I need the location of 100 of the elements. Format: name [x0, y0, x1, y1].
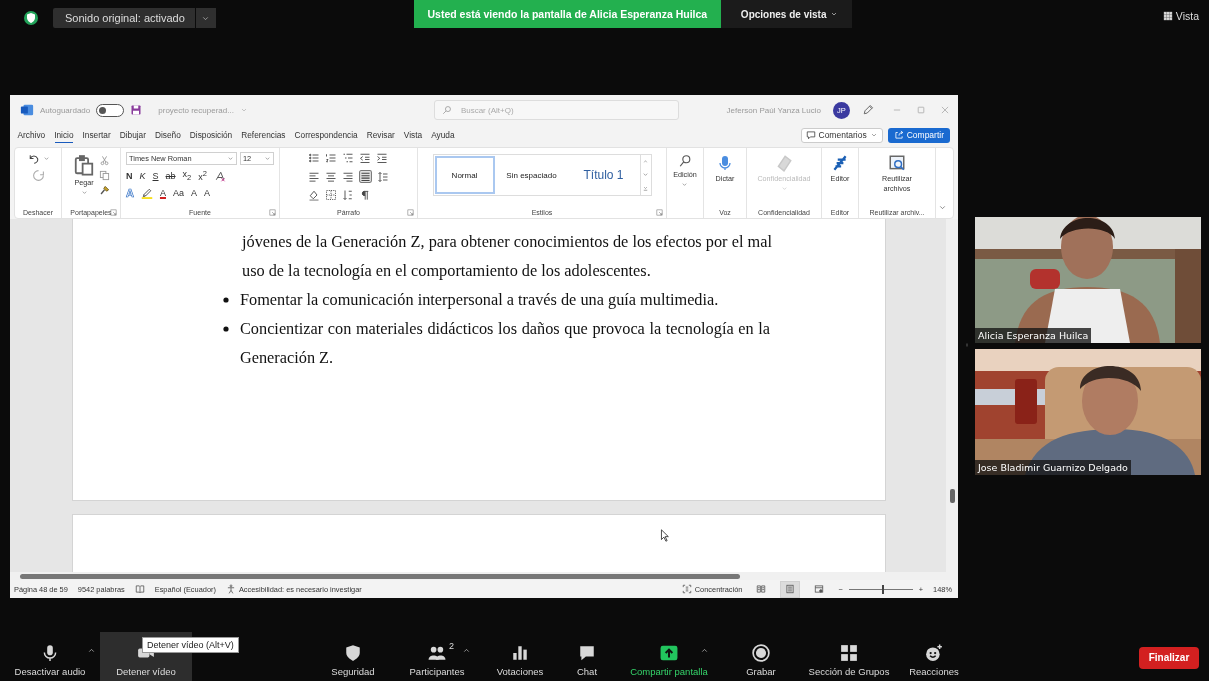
participant-name: Jose Bladimir Guarnizo Delgado — [975, 460, 1131, 475]
dialog-launcher-icon[interactable] — [656, 209, 663, 216]
view-mode-button[interactable] — [780, 580, 801, 598]
pen-icon[interactable] — [862, 104, 874, 116]
toolbar-button[interactable]: Votaciones — [483, 632, 557, 681]
chat-icon — [578, 644, 596, 662]
ribbon-tab[interactable]: Revisar — [362, 127, 400, 143]
format-button[interactable]: ab — [165, 171, 176, 181]
toolbar-button[interactable]: Compartir pantalla — [617, 632, 721, 681]
format-button[interactable]: A — [204, 188, 210, 198]
multilevel-list-icon[interactable] — [342, 152, 354, 164]
increase-indent-icon[interactable] — [376, 152, 388, 164]
search-icon — [678, 154, 692, 168]
caret-icon — [642, 171, 649, 179]
scissors-icon[interactable] — [99, 154, 110, 166]
numbering-icon[interactable] — [325, 152, 337, 164]
caret-icon[interactable] — [700, 646, 709, 655]
focus-icon — [681, 584, 692, 594]
ribbon-tab[interactable]: Correspondencia — [290, 127, 363, 143]
vertical-scrollbar[interactable] — [946, 219, 958, 572]
ribbon-tab[interactable]: Ayuda — [426, 127, 460, 143]
align-right-icon[interactable] — [342, 170, 354, 183]
copy-icon[interactable] — [99, 169, 110, 181]
line-spacing-icon[interactable] — [377, 170, 389, 183]
highlighter-icon[interactable] — [140, 187, 153, 199]
format-button[interactable]: N — [126, 171, 133, 181]
format-button[interactable]: K — [139, 171, 146, 181]
bullets-icon[interactable] — [308, 152, 320, 164]
ribbon-tab[interactable]: Referencias — [236, 127, 291, 143]
ribbon-tab[interactable]: Dibujar — [115, 127, 151, 143]
record-icon — [752, 644, 770, 662]
brush-icon[interactable] — [99, 184, 110, 196]
book-icon — [756, 584, 767, 594]
ribbon-tab[interactable]: Inicio — [49, 127, 79, 143]
toolbar-button[interactable]: Reacciones — [897, 632, 971, 681]
toolbar-button[interactable]: Seguridad — [315, 632, 391, 681]
share-button[interactable]: Compartir — [887, 127, 950, 143]
people-icon — [428, 644, 446, 662]
ribbon-tab[interactable]: Archivo — [13, 127, 50, 143]
end-meeting-button[interactable]: Finalizar — [1139, 646, 1199, 669]
sort-icon[interactable] — [342, 189, 354, 201]
bullet-text: Fomentar la comunicación interpersonal a través de una guía multimedia. — [240, 289, 720, 311]
ribbon-tab[interactable]: Disposición — [185, 127, 237, 143]
format-button[interactable]: Aa — [172, 188, 184, 198]
accessibility-icon — [225, 584, 236, 594]
view-options-button[interactable]: Opciones de vista — [720, 0, 853, 28]
style-option[interactable]: Sin espaciado — [495, 155, 568, 195]
format-button[interactable]: S — [152, 171, 159, 181]
user-name: Jeferson Paúl Yanza Lucio — [726, 105, 821, 115]
align-center-icon[interactable] — [325, 170, 337, 183]
decrease-indent-icon[interactable] — [359, 152, 371, 164]
bullet-icon — [223, 297, 229, 303]
comments-button[interactable]: Comentarios — [800, 127, 883, 143]
align-left-icon[interactable] — [308, 170, 320, 183]
smiley-icon — [925, 644, 943, 662]
shading-icon[interactable] — [308, 189, 320, 201]
microphone-icon — [717, 154, 733, 172]
dialog-launcher-icon[interactable] — [110, 209, 117, 216]
slider-thumb[interactable] — [882, 584, 885, 594]
dialog-launcher-icon[interactable] — [407, 209, 414, 216]
shield-icon — [23, 10, 39, 26]
ribbon-tab[interactable]: Insertar — [78, 127, 116, 143]
mouse-cursor-icon — [659, 528, 672, 543]
style-option[interactable]: Normal — [433, 155, 496, 195]
pilcrow-icon[interactable] — [359, 189, 370, 201]
clear-format-icon[interactable] — [213, 170, 226, 182]
format-button[interactable]: x$^{2}$ — [198, 170, 207, 182]
sharing-banner: Usted está viendo la pantalla de Alicia Esperanza Huilca — [413, 0, 721, 28]
grid-icon — [1162, 11, 1173, 21]
ribbon-tab[interactable]: Vista — [399, 127, 427, 143]
mute-button[interactable]: Desactivar audio — [0, 632, 100, 681]
search-field[interactable]: Buscar (Alt+Q) — [433, 100, 679, 120]
caret-icon[interactable] — [87, 646, 96, 655]
caret-icon — [681, 181, 689, 188]
format-button[interactable]: A — [191, 188, 197, 198]
save-icon[interactable] — [130, 104, 143, 116]
scroll-up-icon — [642, 158, 649, 166]
share-icon — [893, 130, 904, 140]
original-sound-button[interactable]: Sonido original: activado — [53, 8, 195, 28]
document-search-icon — [888, 154, 906, 172]
dialog-launcher-icon[interactable] — [269, 209, 276, 216]
toolbar-button[interactable]: Sección de Grupos — [801, 632, 897, 681]
tooltip: Detener vídeo (Alt+V) — [142, 637, 239, 653]
caret-icon — [264, 155, 271, 162]
toolbar-button[interactable]: Grabar — [721, 632, 801, 681]
format-button[interactable]: x$_{2}$ — [182, 170, 192, 182]
ribbon-tab[interactable]: Diseño — [150, 127, 186, 143]
caret-icon[interactable] — [462, 646, 471, 655]
style-option[interactable]: Título 1 — [567, 155, 640, 195]
collapse-icon[interactable] — [938, 203, 947, 212]
share-screen-icon — [660, 644, 678, 662]
participant-name: Alicia Esperanza Huilca — [975, 328, 1092, 343]
borders-icon[interactable] — [325, 189, 337, 201]
autosave-toggle[interactable] — [96, 103, 125, 117]
proofing-icon[interactable] — [134, 584, 145, 594]
format-button[interactable]: A — [159, 188, 166, 198]
view-button[interactable]: Vista — [1162, 10, 1199, 22]
paragraph: jóvenes de la Generación Z, para obtener conocimientos de los efectos por el mal uso de la tecnología en el comportamiento de los adolescentes. — [242, 231, 772, 282]
justify-icon[interactable] — [359, 170, 372, 183]
toolbar-button[interactable]: Chat — [557, 632, 617, 681]
